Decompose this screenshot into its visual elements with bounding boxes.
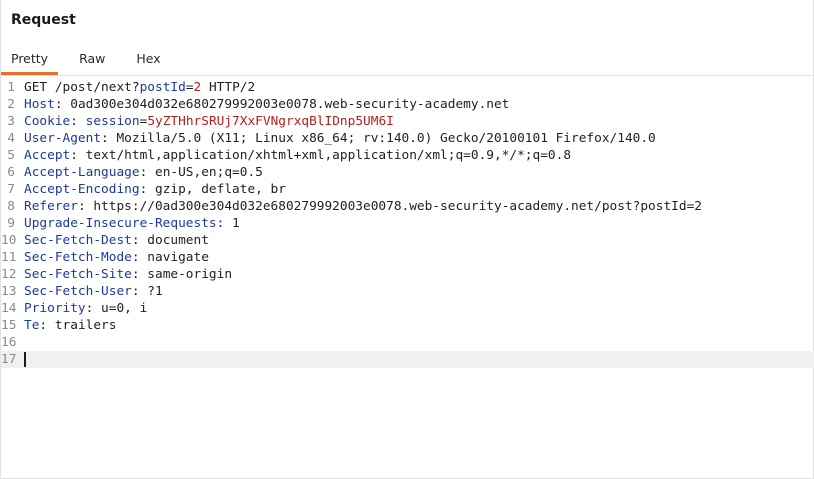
editor-line[interactable]: 4 User-Agent: Mozilla/5.0 (X11; Linux x86… <box>1 130 814 147</box>
editor-line[interactable]: 5 Accept: text/html,application/xhtml+xml… <box>1 147 814 164</box>
line-segment: : gzip, deflate, br <box>139 182 286 197</box>
line-text[interactable]: Referer: https://0ad300e304d032e68027999… <box>15 198 702 215</box>
line-number: 17 <box>1 352 17 367</box>
header-name: Cookie <box>24 114 71 129</box>
param-value: 5yZTHhrSRUj7XxFVNgrxqBlIDnp5UM6I <box>147 114 394 129</box>
header-name: User-Agent <box>24 131 102 146</box>
editor-line[interactable]: 13 Sec-Fetch-User: ?1 <box>1 283 814 300</box>
header-name: Referer <box>24 199 78 214</box>
line-segment: : text/html,application/xhtml+xml,applic… <box>70 148 572 163</box>
line-number: 2 <box>7 97 15 112</box>
tabs-divider <box>1 75 814 76</box>
line-segment: : document <box>131 233 209 248</box>
line-number: 11 <box>1 250 17 265</box>
line-text[interactable]: Sec-Fetch-Mode: navigate <box>15 249 209 266</box>
panel-title: Request <box>11 12 76 28</box>
line-text[interactable]: Priority: u=0, i <box>15 300 147 317</box>
tab-raw[interactable]: Raw <box>69 45 115 72</box>
line-segment: : trailers <box>39 318 117 333</box>
line-number: 4 <box>7 131 15 146</box>
line-text[interactable] <box>15 351 26 368</box>
param-name: postId <box>139 80 186 95</box>
view-tabs: Pretty Raw Hex <box>1 45 814 75</box>
editor-line[interactable]: 9 Upgrade-Insecure-Requests: 1 <box>1 215 814 232</box>
line-number: 12 <box>1 267 17 282</box>
editor-line[interactable]: 2 Host: 0ad300e304d032e680279992003e0078.… <box>1 96 814 113</box>
editor-line[interactable]: 12 Sec-Fetch-Site: same-origin <box>1 266 814 283</box>
line-number: 14 <box>1 301 17 316</box>
line-text[interactable]: Sec-Fetch-Site: same-origin <box>15 266 232 283</box>
line-text[interactable]: Sec-Fetch-Dest: document <box>15 232 209 249</box>
line-segment: : 1 <box>216 216 240 231</box>
line-segment: : ?1 <box>131 284 163 299</box>
header-name: Accept-Language <box>24 165 140 180</box>
line-text[interactable]: Sec-Fetch-User: ?1 <box>15 283 163 300</box>
editor-line[interactable]: 10 Sec-Fetch-Dest: document <box>1 232 814 249</box>
header-name: Host <box>24 97 55 112</box>
line-segment: : u=0, i <box>85 301 148 316</box>
editor-line[interactable]: 1 GET /post/next?postId=2 HTTP/2 <box>1 79 814 96</box>
line-text[interactable]: Te: trailers <box>15 317 116 334</box>
editor-line[interactable]: 3 Cookie: session=5yZTHhrSRUj7XxFVNgrxqBl… <box>1 113 814 130</box>
line-text[interactable]: Accept-Encoding: gzip, deflate, br <box>15 181 286 198</box>
line-number: 1 <box>7 80 15 95</box>
line-text[interactable]: Accept-Language: en-US,en;q=0.5 <box>15 164 263 181</box>
param-name: session <box>85 114 140 129</box>
editor-line[interactable]: 7 Accept-Encoding: gzip, deflate, br <box>1 181 814 198</box>
header-name: Sec-Fetch-User <box>24 284 132 299</box>
editor-line[interactable]: 14 Priority: u=0, i <box>1 300 814 317</box>
header-name: Upgrade-Insecure-Requests <box>24 216 217 231</box>
line-text[interactable] <box>15 334 24 351</box>
header-name: Sec-Fetch-Site <box>24 267 132 282</box>
line-number: 10 <box>1 233 17 248</box>
line-text[interactable]: Accept: text/html,application/xhtml+xml,… <box>15 147 571 164</box>
line-number: 6 <box>7 165 15 180</box>
line-number: 15 <box>1 318 17 333</box>
line-number: 3 <box>7 114 15 129</box>
editor-line[interactable]: 8 Referer: https://0ad300e304d032e6802799… <box>1 198 814 215</box>
line-segment: GET /post/next? <box>24 80 140 95</box>
line-number: 16 <box>1 335 17 350</box>
line-segment: : navigate <box>131 250 209 265</box>
line-text[interactable]: User-Agent: Mozilla/5.0 (X11; Linux x86_… <box>15 130 656 147</box>
line-text[interactable]: Cookie: session=5yZTHhrSRUj7XxFVNgrxqBlI… <box>15 113 394 130</box>
request-editor[interactable]: 1 GET /post/next?postId=2 HTTP/2 2 Host: 0a… <box>1 79 814 479</box>
tab-pretty[interactable]: Pretty <box>1 45 59 75</box>
editor-line[interactable]: 17 <box>1 351 814 368</box>
line-segment: : 0ad300e304d032e680279992003e0078.web-s… <box>54 97 510 112</box>
request-panel: Request Pretty Raw Hex 1 GET /post/next?p… <box>0 0 814 479</box>
header-name: Priority <box>24 301 86 316</box>
line-segment: : <box>70 114 86 129</box>
header-name: Accept <box>24 148 71 163</box>
line-segment: = <box>185 80 194 95</box>
editor-line[interactable]: 16 <box>1 334 814 351</box>
line-text[interactable]: Host: 0ad300e304d032e680279992003e0078.w… <box>15 96 509 113</box>
line-segment: : Mozilla/5.0 (X11; Linux x86_64; rv:140… <box>101 131 656 146</box>
line-text[interactable]: GET /post/next?postId=2 HTTP/2 <box>15 79 255 96</box>
line-number: 9 <box>7 216 15 231</box>
line-segment: : en-US,en;q=0.5 <box>139 165 263 180</box>
line-number: 13 <box>1 284 17 299</box>
header-name: Sec-Fetch-Mode <box>24 250 132 265</box>
line-number: 5 <box>7 148 15 163</box>
editor-line[interactable]: 11 Sec-Fetch-Mode: navigate <box>1 249 814 266</box>
header-name: Sec-Fetch-Dest <box>24 233 132 248</box>
line-segment: : https://0ad300e304d032e680279992003e00… <box>77 199 702 214</box>
line-number: 8 <box>7 199 15 214</box>
header-name: Accept-Encoding <box>24 182 140 197</box>
tab-hex[interactable]: Hex <box>126 45 170 72</box>
editor-line[interactable]: 6 Accept-Language: en-US,en;q=0.5 <box>1 164 814 181</box>
line-segment: HTTP/2 <box>201 80 256 95</box>
header-name: Te <box>24 318 40 333</box>
text-caret <box>24 352 26 367</box>
line-segment: : same-origin <box>131 267 233 282</box>
line-number: 7 <box>7 182 15 197</box>
line-text[interactable]: Upgrade-Insecure-Requests: 1 <box>15 215 240 232</box>
editor-line[interactable]: 15 Te: trailers <box>1 317 814 334</box>
